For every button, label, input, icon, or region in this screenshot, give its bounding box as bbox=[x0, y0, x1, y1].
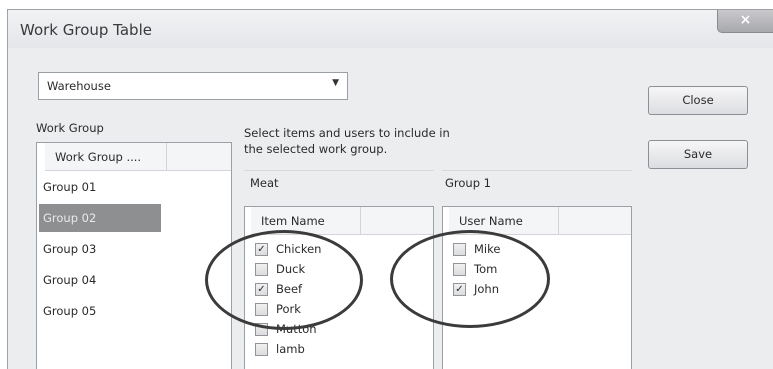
work-group-item[interactable]: Group 02 bbox=[39, 204, 161, 232]
work-group-item[interactable]: Group 03 bbox=[39, 235, 161, 263]
highlight-circle bbox=[390, 230, 550, 328]
item-checkbox[interactable] bbox=[255, 343, 268, 356]
item-label: lamb bbox=[276, 342, 305, 356]
close-window-button[interactable]: × bbox=[717, 10, 773, 33]
users-section-title: Group 1 bbox=[445, 176, 491, 190]
item-name-column-header-label: Item Name bbox=[261, 214, 325, 228]
category-select-value: Warehouse bbox=[47, 79, 111, 93]
items-section-divider bbox=[244, 170, 434, 171]
instructions-line-1: Select items and users to include in bbox=[244, 126, 450, 140]
category-select[interactable]: Warehouse ▼ bbox=[38, 72, 348, 100]
work-group-item[interactable]: Group 04 bbox=[39, 266, 161, 294]
items-column-filler bbox=[361, 207, 433, 235]
work-group-column-filler bbox=[167, 143, 231, 171]
save-button[interactable]: Save bbox=[648, 140, 748, 169]
work-group-label: Work Group bbox=[36, 121, 104, 135]
work-group-column-header-label: Work Group .... bbox=[55, 150, 142, 164]
work-group-column-header[interactable]: Work Group .... bbox=[45, 143, 167, 171]
highlight-circle bbox=[205, 230, 363, 330]
work-group-table-window: Work Group Table × Warehouse ▼ Work Grou… bbox=[7, 9, 773, 369]
instructions-line-2: the selected work group. bbox=[244, 142, 388, 156]
users-column-filler bbox=[559, 207, 631, 235]
window-title: Work Group Table bbox=[20, 21, 152, 39]
title-bar[interactable]: Work Group Table × bbox=[8, 10, 773, 48]
work-group-item[interactable]: Group 01 bbox=[39, 173, 161, 201]
user-name-column-header-label: User Name bbox=[459, 214, 523, 228]
close-icon: × bbox=[739, 12, 752, 28]
close-button[interactable]: Close bbox=[648, 86, 748, 115]
chevron-down-icon[interactable]: ▼ bbox=[332, 78, 339, 88]
users-section-divider bbox=[442, 170, 632, 171]
work-group-list[interactable]: Work Group .... Group 01 Group 02 Group 03… bbox=[36, 142, 232, 369]
items-section-title: Meat bbox=[250, 176, 279, 190]
work-group-item[interactable]: Group 05 bbox=[39, 297, 161, 325]
